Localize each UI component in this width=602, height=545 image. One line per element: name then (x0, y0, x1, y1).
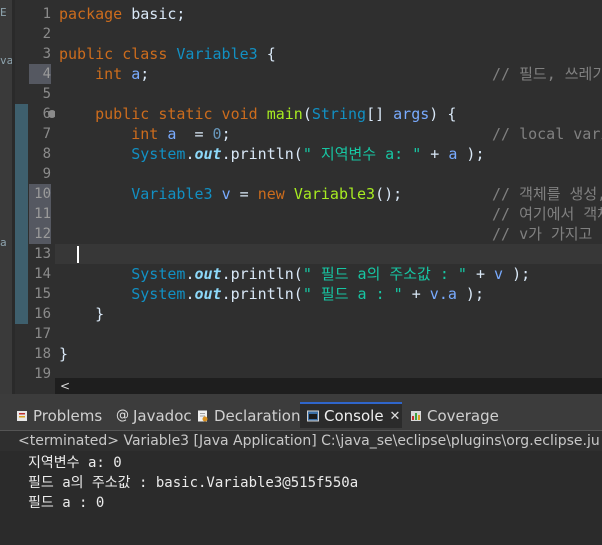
line-number: 10 (29, 184, 51, 204)
line-number: 13 (34, 246, 51, 262)
line-number: 8 (42, 146, 51, 162)
line-number: 16 (34, 306, 51, 322)
line-number: 1 (42, 6, 51, 22)
console-output[interactable]: 지역변수 a: 0 필드 a의 주소값 : basic.Variable3@51… (0, 451, 602, 545)
console-output-line: 필드 a : 0 (28, 495, 105, 511)
problems-icon (17, 411, 27, 421)
code-line-6: public static void main(String[] args) { (95, 105, 457, 123)
code-line-8: System.out.println(" 지역변수 a: " + a ); (131, 145, 485, 163)
line-number: 14 (34, 266, 51, 282)
code-comment-12: // v가 가지고 있 (492, 225, 602, 243)
sidebar-fragment-3: a (0, 236, 7, 249)
tab-label: Declaration (214, 407, 301, 425)
declaration-icon (198, 410, 208, 422)
code-line-4: int a; (95, 65, 150, 83)
code-line-16: } (95, 305, 105, 323)
console-icon (307, 410, 319, 422)
code-line-7: int a = 0; (131, 125, 231, 143)
current-line-highlight (55, 244, 602, 264)
line-number: 17 (34, 326, 51, 342)
console-output-line: 필드 a의 주소값 : basic.Variable3@515f550a (28, 475, 359, 491)
code-line-14: System.out.println(" 필드 a의 주소값 : " + v )… (131, 265, 531, 283)
code-line-3: public class Variable3 { (59, 45, 276, 63)
code-line-15: System.out.println(" 필드 a : " + v.a ); (131, 285, 484, 303)
tab-problems[interactable]: Problems (16, 402, 102, 430)
annotation-ruler (15, 0, 30, 378)
tab-label: Console (324, 407, 384, 425)
view-separator[interactable] (0, 394, 602, 402)
line-number: 3 (42, 46, 51, 62)
code-comment-10: // 객체를 생성, (492, 185, 602, 203)
tab-label: Coverage (427, 407, 499, 425)
line-number: 15 (34, 286, 51, 302)
line-number: 7 (42, 126, 51, 142)
close-icon[interactable]: ✕ (390, 409, 401, 424)
sidebar-fragment-1: E (0, 6, 7, 19)
tab-javadoc[interactable]: @ Javadoc (116, 402, 192, 430)
tab-label: Javadoc (133, 407, 192, 425)
bottom-view-tabs: Problems @ Javadoc Declaration Console ✕… (0, 402, 602, 431)
code-line-18: } (59, 345, 69, 363)
code-comment-7: // local vari (492, 125, 602, 143)
line-number-gutter: 1 2 3 4 5 6 7 8 9 10 11 12 13 14 15 16 1… (29, 0, 55, 382)
scroll-left-arrow-icon[interactable]: < (60, 378, 70, 394)
console-output-line: 지역변수 a: 0 (28, 455, 122, 471)
line-number: 18 (34, 346, 51, 362)
tab-console[interactable]: Console ✕ (300, 402, 402, 428)
javadoc-icon: @ (116, 408, 129, 423)
line-number: 4 (29, 64, 51, 84)
code-line-1: package basic; (59, 5, 186, 23)
line-number: 11 (29, 204, 51, 224)
code-line-10: Variable3 v = new Variable3(); (131, 185, 403, 203)
line-number: 2 (42, 26, 51, 42)
coverage-icon (411, 411, 421, 421)
line-number: 9 (42, 166, 51, 182)
line-number: 5 (42, 86, 51, 102)
tab-coverage[interactable]: Coverage (410, 402, 499, 430)
tab-label: Problems (33, 407, 103, 425)
code-editor[interactable]: package basic; public class Variable3 { … (55, 0, 602, 378)
package-explorer-fragment: E va a (0, 0, 13, 400)
console-status-line: <terminated> Variable3 [Java Application… (0, 431, 602, 451)
tab-declaration[interactable]: Declaration (197, 402, 300, 430)
line-number: 19 (34, 366, 51, 382)
line-number: 12 (29, 224, 51, 244)
horizontal-scrollbar[interactable]: < (55, 378, 602, 394)
text-caret (77, 246, 79, 263)
code-comment-4: // 필드, 쓰레기값 (492, 65, 602, 83)
change-marker-block (15, 104, 28, 324)
code-comment-11: // 여기에서 객체에 (492, 205, 602, 223)
